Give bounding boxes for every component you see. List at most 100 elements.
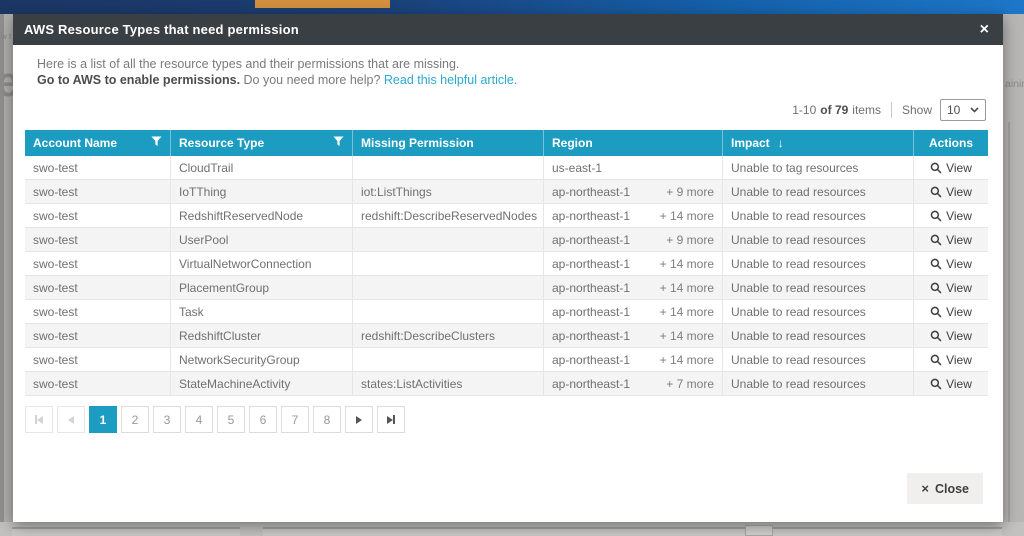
view-button[interactable]: View [930, 281, 972, 295]
column-header-impact[interactable]: Impact ↓ [722, 130, 913, 156]
skip-to-last-icon [387, 413, 395, 427]
view-button[interactable]: View [930, 233, 972, 247]
helpful-article-link[interactable]: Read this helpful article. [384, 73, 517, 87]
pager-page-button[interactable]: 7 [281, 406, 309, 433]
view-button[interactable]: View [930, 305, 972, 319]
pager-page-button[interactable]: 6 [249, 406, 277, 433]
region-name: ap-northeast-1 [552, 209, 630, 223]
view-button[interactable]: View [930, 257, 972, 271]
more-regions-badge[interactable]: + 9 more [666, 185, 714, 199]
magnifier-icon [930, 258, 942, 270]
region-name: ap-northeast-1 [552, 353, 630, 367]
more-regions-badge[interactable]: + 14 more [660, 353, 714, 367]
magnifier-icon [930, 330, 942, 342]
view-button[interactable]: View [930, 161, 972, 175]
resource-type-cell: Task [170, 300, 352, 323]
background-card-edge [1008, 122, 1010, 536]
region-cell: ap-northeast-1 + 7 more [543, 372, 722, 395]
view-button-label: View [946, 185, 972, 199]
background-card-edge [745, 525, 773, 536]
impact-cell: Unable to read resources [722, 300, 913, 323]
pager-page-button[interactable]: 1 [89, 406, 117, 433]
missing-permission-cell: redshift:DescribeReservedNodes [352, 204, 543, 227]
actions-cell: View [913, 204, 988, 227]
page-size-select[interactable]: 10 [940, 99, 986, 121]
impact-cell: Unable to read resources [722, 228, 913, 251]
magnifier-icon [930, 186, 942, 198]
magnifier-icon [930, 306, 942, 318]
intro-line-1: Here is a list of all the resource types… [37, 56, 517, 72]
more-regions-badge[interactable]: + 14 more [660, 209, 714, 223]
filter-icon[interactable] [333, 136, 344, 150]
pager-page-button[interactable]: 8 [313, 406, 341, 433]
region-cell: ap-northeast-1 + 14 more [543, 348, 722, 371]
region-cell: ap-northeast-1 + 14 more [543, 324, 722, 347]
previous-icon [68, 413, 74, 427]
more-regions-badge[interactable]: + 9 more [666, 233, 714, 247]
view-button-label: View [946, 377, 972, 391]
actions-cell: View [913, 300, 988, 323]
previous-page-button[interactable] [57, 406, 85, 433]
table-row: swo-test UserPool ap-northeast-1 + 9 mor… [25, 228, 988, 252]
permissions-modal: AWS Resource Types that need permission … [13, 14, 1003, 522]
column-label: Account Name [33, 136, 117, 150]
table-row: swo-test CloudTrail us-east-1 Unable to … [25, 156, 988, 180]
next-page-button[interactable] [345, 406, 373, 433]
account-name-cell: swo-test [25, 204, 170, 227]
permissions-table: Account Name Resource Type Missing Permi… [25, 130, 988, 396]
resource-type-cell: IoTThing [170, 180, 352, 203]
table-row: swo-test NetworkSecurityGroup ap-northea… [25, 348, 988, 372]
resource-type-cell: RedshiftCluster [170, 324, 352, 347]
region-name: ap-northeast-1 [552, 257, 630, 271]
account-name-cell: swo-test [25, 228, 170, 251]
impact-cell: Unable to read resources [722, 204, 913, 227]
view-button[interactable]: View [930, 209, 972, 223]
pager-page-button[interactable]: 3 [153, 406, 181, 433]
first-page-button[interactable] [25, 406, 53, 433]
view-button[interactable]: View [930, 377, 972, 391]
close-icon[interactable]: × [980, 22, 989, 38]
close-button[interactable]: × Close [907, 473, 983, 504]
pager-page-button[interactable]: 4 [185, 406, 213, 433]
more-regions-badge[interactable]: + 14 more [660, 305, 714, 319]
table-row: swo-test StateMachineActivity states:Lis… [25, 372, 988, 396]
account-name-cell: swo-test [25, 156, 170, 179]
region-cell: ap-northeast-1 + 14 more [543, 276, 722, 299]
more-regions-badge[interactable]: + 7 more [666, 377, 714, 391]
region-cell: ap-northeast-1 + 14 more [543, 252, 722, 275]
impact-cell: Unable to read resources [722, 324, 913, 347]
account-name-cell: swo-test [25, 372, 170, 395]
column-header-resource-type[interactable]: Resource Type [170, 130, 352, 156]
magnifier-icon [930, 162, 942, 174]
more-regions-badge[interactable]: + 14 more [660, 257, 714, 271]
skip-to-first-icon [35, 413, 43, 427]
column-label: Region [552, 136, 593, 150]
more-regions-badge[interactable]: + 14 more [660, 281, 714, 295]
more-regions-badge[interactable]: + 14 more [660, 329, 714, 343]
modal-title: AWS Resource Types that need permission [13, 22, 299, 37]
resource-type-cell: UserPool [170, 228, 352, 251]
background-clipped-text: ainin [1005, 78, 1024, 90]
view-button[interactable]: View [930, 185, 972, 199]
next-icon [356, 413, 362, 427]
missing-permission-cell: redshift:DescribeClusters [352, 324, 543, 347]
column-header-region[interactable]: Region [543, 130, 722, 156]
column-header-missing-permission[interactable]: Missing Permission [352, 130, 543, 156]
view-button[interactable]: View [930, 329, 972, 343]
account-name-cell: swo-test [25, 324, 170, 347]
magnifier-icon [930, 354, 942, 366]
region-name: ap-northeast-1 [552, 377, 630, 391]
pager-page-button[interactable]: 2 [121, 406, 149, 433]
column-header-account-name[interactable]: Account Name [25, 130, 170, 156]
region-cell: us-east-1 [543, 156, 722, 179]
missing-permission-cell [352, 348, 543, 371]
pager-page-button[interactable]: 5 [217, 406, 245, 433]
filter-icon[interactable] [151, 136, 162, 150]
background-card-edge [773, 527, 1002, 536]
divider [891, 102, 892, 118]
view-button[interactable]: View [930, 353, 972, 367]
last-page-button[interactable] [377, 406, 405, 433]
actions-cell: View [913, 372, 988, 395]
column-header-actions: Actions [913, 130, 988, 156]
items-total: of 79 [820, 103, 848, 117]
